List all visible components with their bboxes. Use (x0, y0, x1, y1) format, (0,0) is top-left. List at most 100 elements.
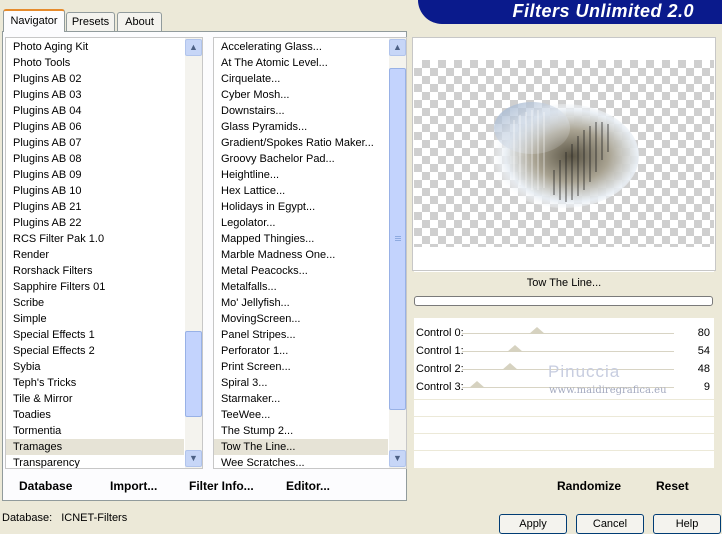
empty-control-row (414, 399, 714, 416)
list-item[interactable]: Gradient/Spokes Ratio Maker... (214, 135, 388, 151)
list-item[interactable]: Render (6, 247, 184, 263)
status-label: Database: (2, 512, 53, 524)
list-item[interactable]: Mo' Jellyfish... (214, 295, 388, 311)
reset-button[interactable]: Reset (656, 479, 689, 493)
list-item[interactable]: Transparency (6, 455, 184, 468)
filter-list[interactable]: Accelerating Glass... At The Atomic Level… (213, 37, 407, 469)
list-item[interactable]: Marble Madness One... (214, 247, 388, 263)
empty-control-row (414, 433, 714, 450)
apply-button[interactable]: Apply (499, 514, 567, 534)
help-label: Help (675, 518, 699, 530)
list-item[interactable]: Metalfalls... (214, 279, 388, 295)
list-item[interactable]: Plugins AB 04 (6, 103, 184, 119)
list-item[interactable]: Glass Pyramids... (214, 119, 388, 135)
control-row[interactable]: Control 0: 80 (414, 325, 714, 342)
empty-control-row (414, 450, 714, 467)
list-item[interactable]: Teph's Tricks (6, 375, 184, 391)
list-item[interactable]: Mapped Thingies... (214, 231, 388, 247)
list-item[interactable]: Cyber Mosh... (214, 87, 388, 103)
list-item[interactable]: Tow The Line... (214, 439, 388, 455)
list-item[interactable]: Plugins AB 07 (6, 135, 184, 151)
slider-thumb[interactable] (529, 327, 545, 334)
preview-image (414, 60, 714, 247)
list-item[interactable]: Tile & Mirror (6, 391, 184, 407)
scroll-thumb[interactable] (389, 68, 406, 410)
list-item[interactable]: Perforator 1... (214, 343, 388, 359)
list-item[interactable]: Spiral 3... (214, 375, 388, 391)
scroll-up-icon[interactable]: ▲ (389, 39, 406, 56)
control-value: 80 (697, 327, 710, 339)
list-item[interactable]: Downstairs... (214, 103, 388, 119)
control-value: 48 (697, 363, 710, 375)
scroll-down-icon[interactable]: ▼ (185, 450, 202, 467)
list-item[interactable]: Plugins AB 10 (6, 183, 184, 199)
control-label: Control 0: (416, 327, 464, 339)
control-slider[interactable] (462, 345, 674, 352)
scroll-thumb[interactable] (185, 331, 202, 417)
control-label: Control 3: (416, 381, 464, 393)
list-item[interactable]: Rorshack Filters (6, 263, 184, 279)
category-list[interactable]: Photo Aging Kit Photo Tools Plugins AB 02 P… (5, 37, 203, 469)
filter-info-button[interactable]: Filter Info... (189, 479, 254, 493)
tab-about[interactable]: About (117, 12, 162, 31)
slider-thumb[interactable] (469, 381, 485, 388)
list-item[interactable]: Special Effects 1 (6, 327, 184, 343)
list-item[interactable]: Plugins AB 02 (6, 71, 184, 87)
list-item[interactable]: Starmaker... (214, 391, 388, 407)
control-row[interactable]: Control 1: 54 (414, 343, 714, 360)
list-item[interactable]: At The Atomic Level... (214, 55, 388, 71)
list-item[interactable]: Hex Lattice... (214, 183, 388, 199)
list-item[interactable]: Special Effects 2 (6, 343, 184, 359)
list-item[interactable]: Cirquelate... (214, 71, 388, 87)
slider-thumb[interactable] (502, 363, 518, 370)
list-item[interactable]: Accelerating Glass... (214, 39, 388, 55)
list-item[interactable]: Plugins AB 21 (6, 199, 184, 215)
scroll-up-icon[interactable]: ▲ (185, 39, 202, 56)
list-item[interactable]: TeeWee... (214, 407, 388, 423)
list-item[interactable]: Photo Tools (6, 55, 184, 71)
title-banner: Filters Unlimited 2.0 (418, 0, 722, 24)
list-item[interactable]: Photo Aging Kit (6, 39, 184, 55)
list-item[interactable]: The Stump 2... (214, 423, 388, 439)
grip-line (395, 236, 401, 237)
list-item[interactable]: Simple (6, 311, 184, 327)
list-item[interactable]: Plugins AB 22 (6, 215, 184, 231)
list-item[interactable]: Sybia (6, 359, 184, 375)
tab-presets[interactable]: Presets (66, 12, 115, 31)
list-item[interactable]: Legolator... (214, 215, 388, 231)
list-item[interactable]: Toadies (6, 407, 184, 423)
list-item[interactable]: Print Screen... (214, 359, 388, 375)
slider-thumb[interactable] (507, 345, 523, 352)
help-button[interactable]: Help (653, 514, 721, 534)
category-scrollbar[interactable]: ▲ ▼ (185, 38, 202, 468)
grip-line (395, 240, 401, 241)
cancel-button[interactable]: Cancel (576, 514, 644, 534)
filter-scrollbar[interactable]: ▲ ▼ (389, 38, 406, 468)
list-item[interactable]: MovingScreen... (214, 311, 388, 327)
list-item[interactable]: Wee Scratches... (214, 455, 388, 468)
list-item[interactable]: Scribe (6, 295, 184, 311)
list-item[interactable]: Heightline... (214, 167, 388, 183)
database-button[interactable]: Database (19, 479, 72, 493)
list-item[interactable]: Groovy Bachelor Pad... (214, 151, 388, 167)
list-item[interactable]: Metal Peacocks... (214, 263, 388, 279)
list-item[interactable]: Plugins AB 03 (6, 87, 184, 103)
list-item[interactable]: Plugins AB 09 (6, 167, 184, 183)
control-slider[interactable] (462, 327, 674, 334)
preview-graphic (489, 102, 639, 208)
banner-title: Filters Unlimited 2.0 (512, 1, 694, 21)
list-item[interactable]: Tramages (6, 439, 184, 455)
list-item[interactable]: Plugins AB 08 (6, 151, 184, 167)
import-button[interactable]: Import... (110, 479, 157, 493)
list-item[interactable]: Holidays in Egypt... (214, 199, 388, 215)
scroll-down-icon[interactable]: ▼ (389, 450, 406, 467)
randomize-button[interactable]: Randomize (557, 479, 621, 493)
editor-button[interactable]: Editor... (286, 479, 330, 493)
tab-navigator[interactable]: Navigator (3, 9, 65, 32)
list-item[interactable]: Plugins AB 06 (6, 119, 184, 135)
list-item[interactable]: Panel Stripes... (214, 327, 388, 343)
list-item[interactable]: Tormentia (6, 423, 184, 439)
cancel-label: Cancel (592, 518, 628, 530)
list-item[interactable]: RCS Filter Pak 1.0 (6, 231, 184, 247)
list-item[interactable]: Sapphire Filters 01 (6, 279, 184, 295)
